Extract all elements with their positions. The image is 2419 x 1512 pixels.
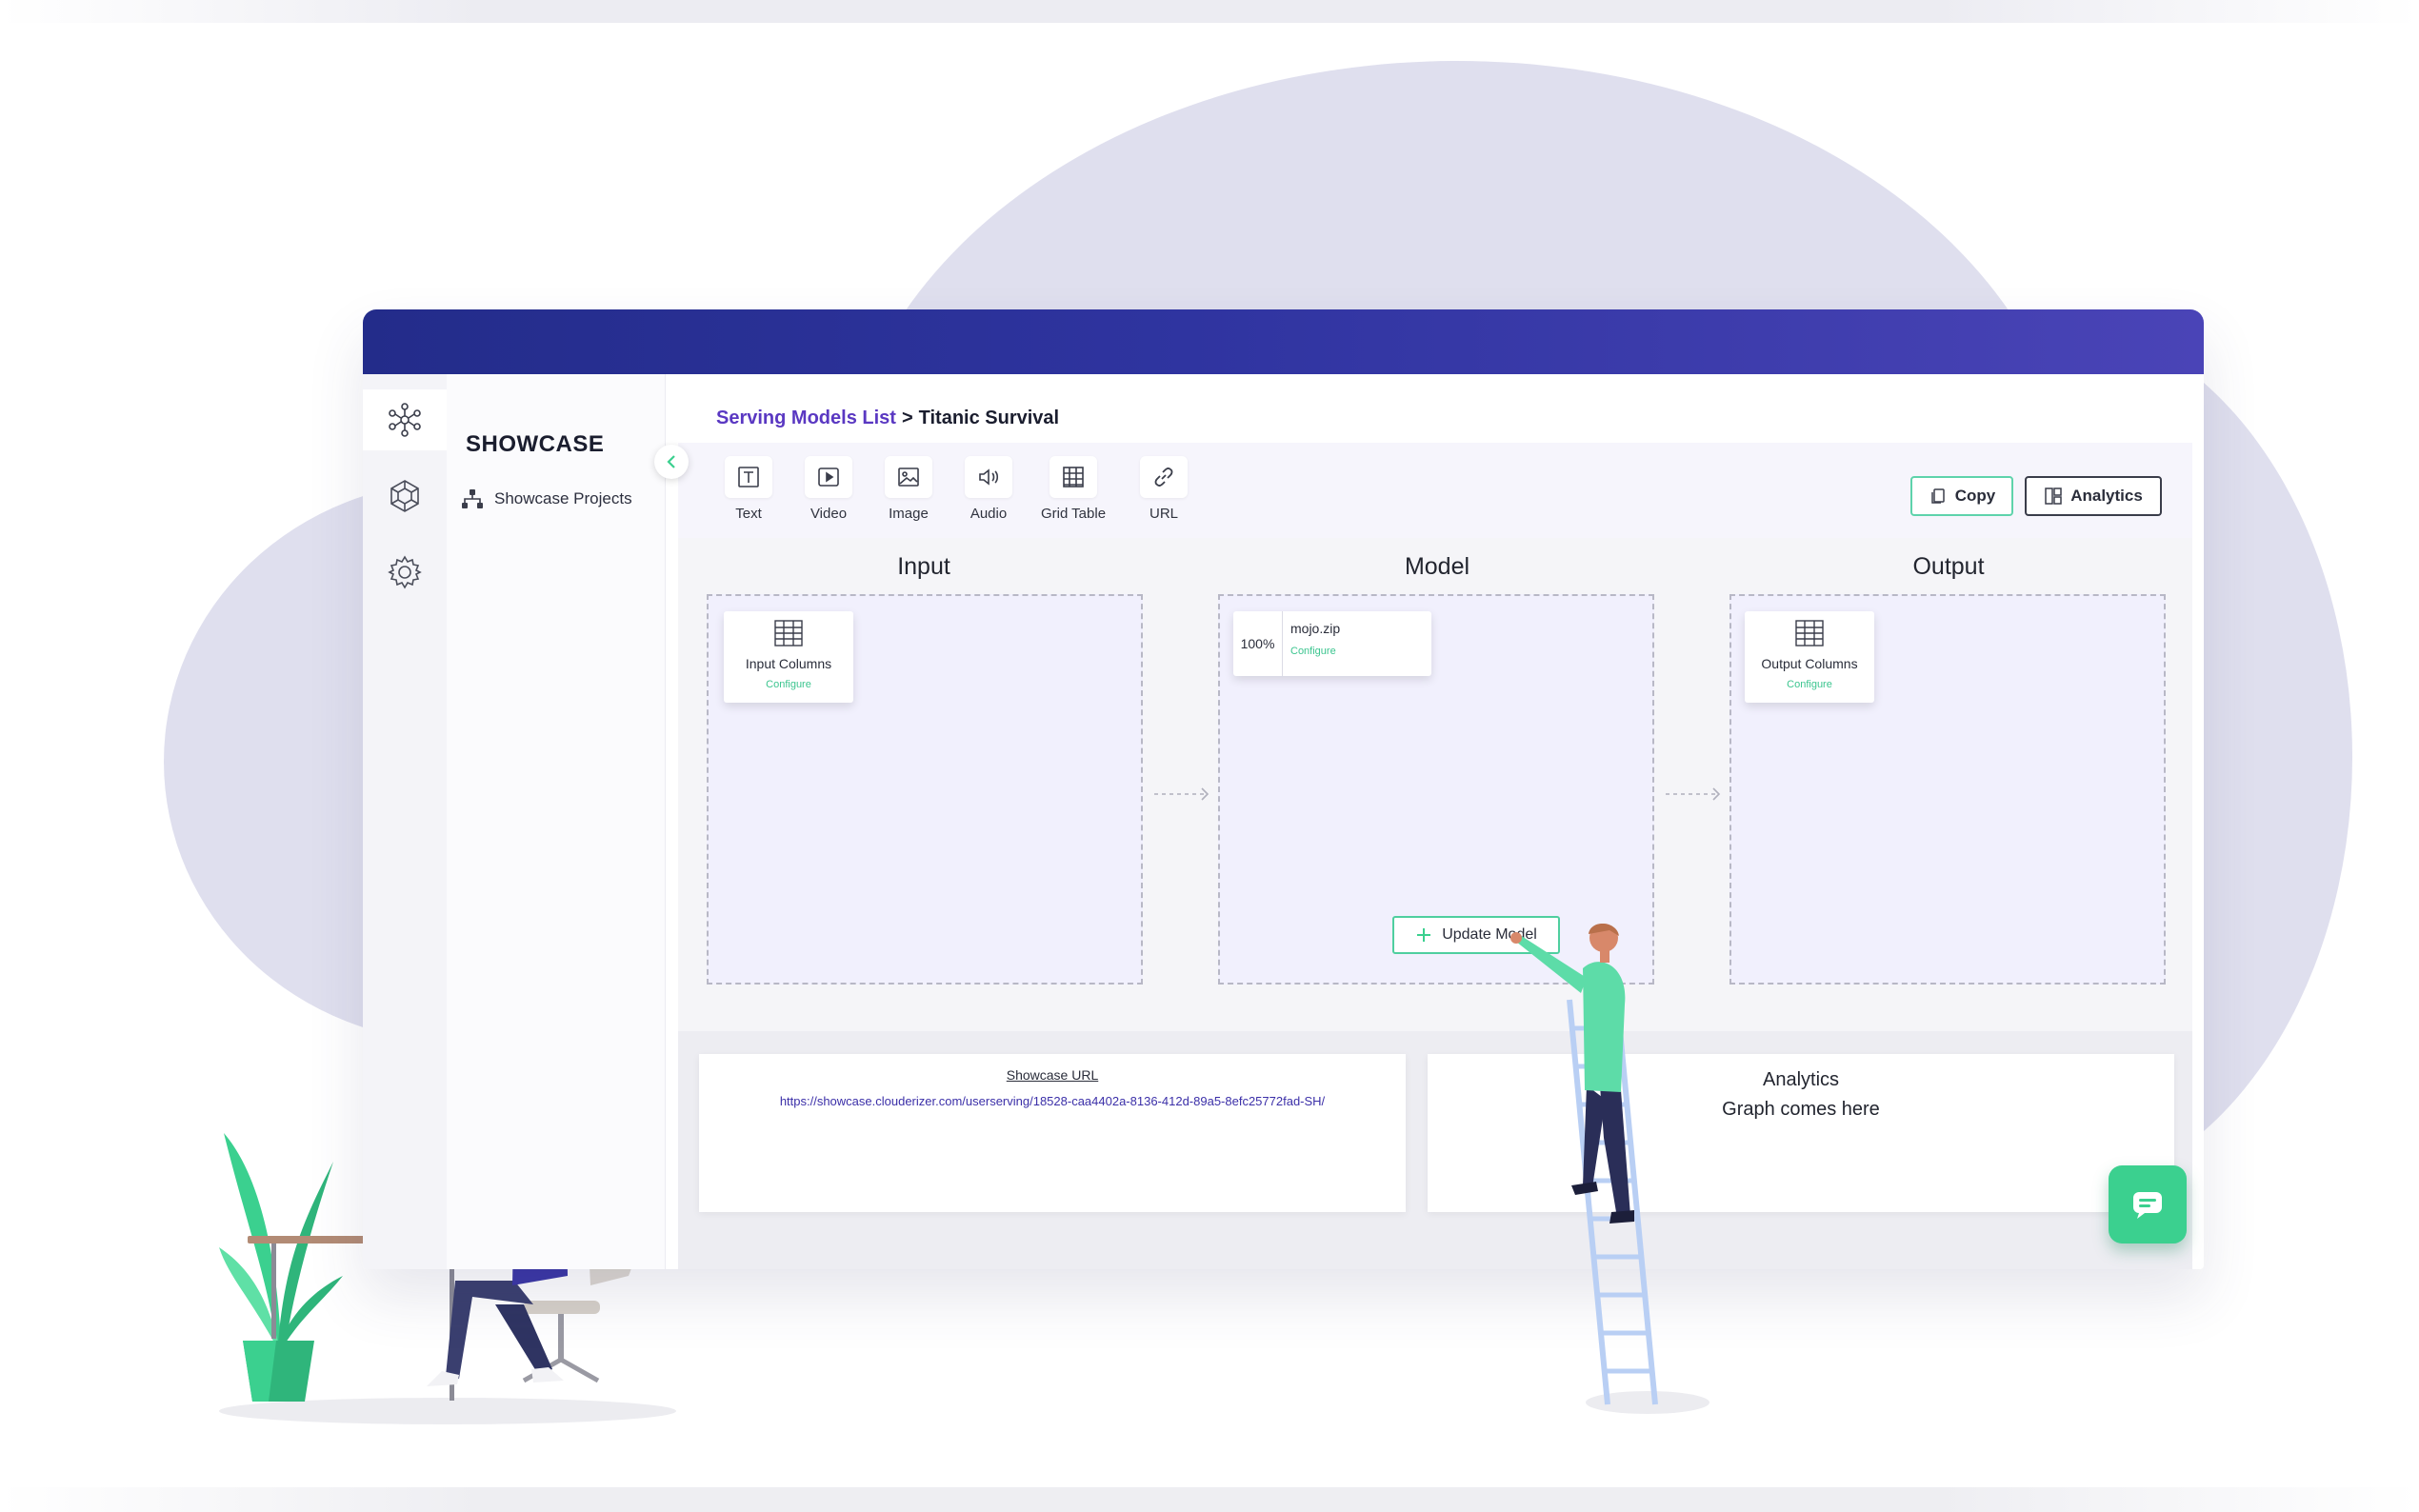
- breadcrumb-current: Titanic Survival: [919, 408, 1059, 429]
- model-column-title: Model: [1220, 553, 1654, 581]
- copy-button[interactable]: Copy: [1910, 476, 2013, 516]
- person-on-ladder-illustration: [1505, 909, 1733, 1423]
- flow-arrow-icon: [1152, 785, 1211, 804]
- collapse-sidebar-button[interactable]: [654, 445, 689, 479]
- analytics-button-label: Analytics: [2070, 487, 2143, 506]
- video-icon: [815, 464, 842, 490]
- input-configure-link[interactable]: Configure: [724, 679, 853, 690]
- input-columns-card[interactable]: Input Columns Configure: [724, 611, 853, 703]
- flow-arrow-icon: [1664, 785, 1723, 804]
- tool-url-label: URL: [1150, 506, 1178, 522]
- output-columns-card[interactable]: Output Columns Configure: [1745, 611, 1874, 703]
- showcase-url-link[interactable]: https://showcase.clouderizer.com/userser…: [699, 1094, 1406, 1108]
- hierarchy-icon: [460, 487, 485, 511]
- icon-rail: [363, 374, 447, 1269]
- nav-panel: SHOWCASE Showcase Projects: [447, 374, 666, 1269]
- rail-item-settings[interactable]: [363, 542, 447, 603]
- upload-progress: 100%: [1233, 611, 1283, 676]
- main-content: Serving Models List > Titanic Survival T…: [678, 393, 2192, 1269]
- audio-icon: [975, 464, 1002, 490]
- tool-video-label: Video: [810, 506, 847, 522]
- gear-icon: [386, 553, 424, 591]
- output-column-title: Output: [1731, 553, 2166, 581]
- bottom-panels: Showcase URL https://showcase.clouderize…: [678, 1031, 2192, 1269]
- link-icon: [1150, 464, 1177, 490]
- output-configure-link[interactable]: Configure: [1745, 679, 1874, 690]
- rail-item-models[interactable]: [363, 466, 447, 527]
- tool-text-label: Text: [735, 506, 762, 522]
- breadcrumb-parent-link[interactable]: Serving Models List: [716, 408, 896, 429]
- input-column-title: Input: [707, 553, 1141, 581]
- network-icon: [386, 401, 424, 439]
- chat-button[interactable]: [2109, 1165, 2187, 1243]
- text-icon: [735, 464, 762, 490]
- cube-icon: [386, 477, 424, 515]
- tool-image-label: Image: [889, 506, 929, 522]
- bottom-strip: [0, 1487, 2419, 1512]
- chat-icon: [2129, 1186, 2166, 1223]
- plus-icon: [1415, 926, 1432, 944]
- showcase-url-panel: Showcase URL https://showcase.clouderize…: [699, 1054, 1406, 1212]
- chevron-left-icon: [663, 453, 680, 470]
- tool-grid-table-label: Grid Table: [1041, 506, 1106, 522]
- showcase-url-title: Showcase URL: [699, 1067, 1406, 1083]
- breadcrumb-separator: >: [902, 408, 913, 429]
- app-window: SHOWCASE Showcase Projects Serving Model…: [363, 309, 2204, 1269]
- tool-audio[interactable]: Audio: [950, 456, 1027, 522]
- input-columns-title: Input Columns: [724, 656, 853, 671]
- output-drop-zone[interactable]: Output Columns Configure: [1729, 594, 2166, 985]
- tool-audio-label: Audio: [970, 506, 1007, 522]
- model-configure-link[interactable]: Configure: [1290, 646, 1340, 657]
- output-columns-title: Output Columns: [1745, 656, 1874, 671]
- grid-table-icon: [772, 619, 805, 647]
- model-file-name: mojo.zip: [1290, 621, 1340, 636]
- image-icon: [895, 464, 922, 490]
- analytics-button[interactable]: Analytics: [2025, 476, 2162, 516]
- model-file-card[interactable]: 100% mojo.zip Configure: [1233, 611, 1431, 676]
- nav-item-showcase-projects[interactable]: Showcase Projects: [460, 487, 632, 511]
- copy-icon: [1929, 487, 1948, 506]
- rail-item-network[interactable]: [363, 389, 447, 450]
- top-strip: [0, 0, 2419, 23]
- tool-text[interactable]: Text: [710, 456, 787, 522]
- dashboard-icon: [2044, 487, 2063, 506]
- input-drop-zone[interactable]: Input Columns Configure: [707, 594, 1143, 985]
- nav-title: SHOWCASE: [466, 431, 604, 458]
- nav-item-label: Showcase Projects: [494, 489, 632, 508]
- copy-button-label: Copy: [1955, 487, 1996, 506]
- tool-url[interactable]: URL: [1126, 456, 1202, 522]
- window-titlebar: [363, 309, 2204, 374]
- tool-grid-table[interactable]: Grid Table: [1035, 456, 1111, 522]
- page-canvas: SHOWCASE Showcase Projects Serving Model…: [0, 0, 2419, 1512]
- tool-video[interactable]: Video: [790, 456, 867, 522]
- tool-image[interactable]: Image: [870, 456, 947, 522]
- grid-table-icon: [1793, 619, 1826, 647]
- grid-table-icon: [1060, 464, 1087, 490]
- breadcrumb: Serving Models List > Titanic Survival: [678, 393, 2192, 443]
- component-toolbar: Text Video Image Audio Grid Table: [678, 443, 2192, 538]
